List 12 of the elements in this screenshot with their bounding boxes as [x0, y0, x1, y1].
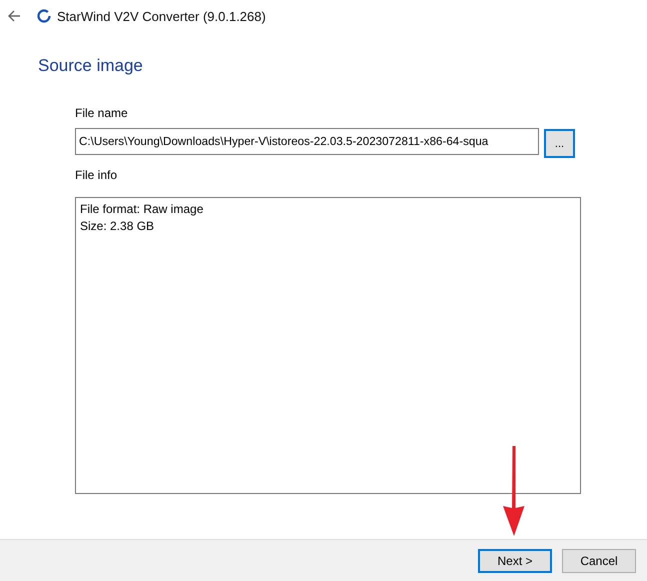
field-label: File info	[75, 167, 118, 183]
logo-icon	[37, 9, 51, 23]
info-line: File format: Raw image	[80, 201, 204, 218]
next-button[interactable]: Next >	[478, 548, 552, 572]
window-title: StarWind V2V Converter (9.0.1.268)	[57, 8, 266, 24]
file-name-field[interactable]: C:\Users\Young\Downloads\Hyper-V\istoreos-22.03.5-2023072811-x86-64-squa	[75, 128, 539, 155]
info-line: Size: 2.38 GB	[80, 218, 154, 235]
browse-button[interactable]: ...	[544, 129, 575, 158]
back-icon[interactable]	[7, 9, 21, 23]
field-label: File name	[75, 105, 128, 121]
cancel-button[interactable]: Cancel	[562, 548, 636, 572]
page-heading: Source image	[38, 55, 144, 77]
